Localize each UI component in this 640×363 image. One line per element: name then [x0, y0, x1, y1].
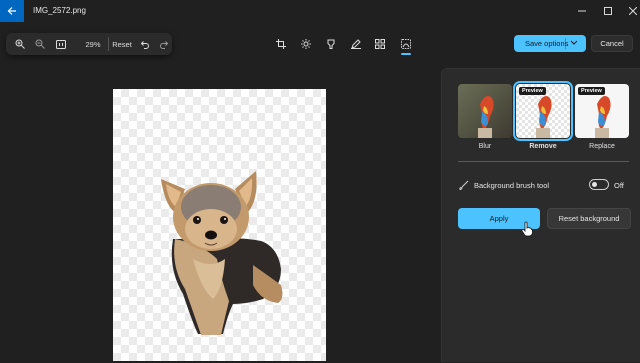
cancel-button[interactable]: Cancel — [591, 35, 633, 52]
background-panel: Blur Preview Remove Preview Replace Back… — [441, 68, 640, 362]
save-divider — [565, 38, 566, 49]
panel-divider — [458, 161, 629, 162]
blur-thumbnail — [458, 84, 512, 138]
remove-label: Remove — [529, 143, 557, 150]
redo-button[interactable] — [157, 33, 171, 55]
minimize-icon — [578, 10, 586, 12]
hand-cursor-icon — [521, 221, 533, 237]
brush-tool-label: Background brush tool — [474, 181, 550, 190]
zoom-out-button[interactable] — [32, 33, 48, 55]
reset-background-button[interactable]: Reset background — [547, 208, 631, 229]
save-options-button[interactable]: Save options — [514, 35, 586, 52]
filter-icon — [327, 39, 335, 49]
crop-icon — [276, 39, 286, 49]
grid-icon — [375, 39, 385, 49]
reset-zoom-button[interactable]: Reset — [110, 33, 134, 55]
brightness-icon — [301, 39, 311, 49]
title-bar: IMG_2572.png — [0, 0, 640, 22]
maximize-button[interactable] — [594, 0, 622, 22]
back-button[interactable] — [0, 0, 24, 22]
maximize-icon — [604, 7, 612, 15]
blur-option[interactable] — [458, 84, 512, 138]
view-toolbar: 29% Reset — [6, 33, 172, 55]
chevron-down-icon[interactable] — [570, 38, 578, 46]
replace-label: Replace — [589, 143, 615, 150]
adjust-tool[interactable] — [297, 35, 315, 53]
dog-image — [161, 171, 283, 335]
redo-icon — [159, 40, 168, 49]
close-icon — [629, 7, 637, 15]
remove-preview-badge: Preview — [519, 87, 546, 95]
zoom-in-icon — [15, 39, 25, 49]
actual-size-button[interactable] — [53, 33, 69, 55]
zoom-out-icon — [35, 39, 45, 49]
image-canvas[interactable] — [113, 89, 326, 361]
window-title: IMG_2572.png — [33, 6, 86, 15]
pen-icon — [351, 39, 361, 49]
brush-toggle-state: Off — [614, 181, 624, 190]
replace-preview-badge: Preview — [578, 87, 605, 95]
undo-icon — [140, 40, 149, 49]
markup-tool[interactable] — [347, 35, 365, 53]
undo-button[interactable] — [137, 33, 151, 55]
blur-label: Blur — [478, 143, 492, 150]
background-icon — [401, 39, 411, 49]
brush-tool-toggle[interactable] — [589, 179, 609, 190]
zoom-level[interactable]: 29% — [80, 33, 106, 55]
active-tool-indicator — [401, 53, 411, 55]
toolbar-divider — [108, 37, 109, 51]
crop-tool[interactable] — [272, 35, 290, 53]
background-tool[interactable] — [397, 35, 415, 53]
actual-size-icon — [56, 39, 66, 49]
filter-tool[interactable] — [322, 35, 340, 53]
replace-option[interactable]: Preview — [575, 84, 629, 138]
zoom-in-button[interactable] — [12, 33, 28, 55]
back-arrow-icon — [7, 7, 16, 15]
brush-icon — [459, 180, 469, 190]
remove-option[interactable]: Preview — [513, 81, 573, 141]
erase-tool[interactable] — [371, 35, 389, 53]
toggle-knob — [592, 182, 597, 187]
close-button[interactable] — [619, 0, 640, 22]
save-options-label: Save options — [525, 39, 569, 48]
minimize-button[interactable] — [568, 0, 596, 22]
